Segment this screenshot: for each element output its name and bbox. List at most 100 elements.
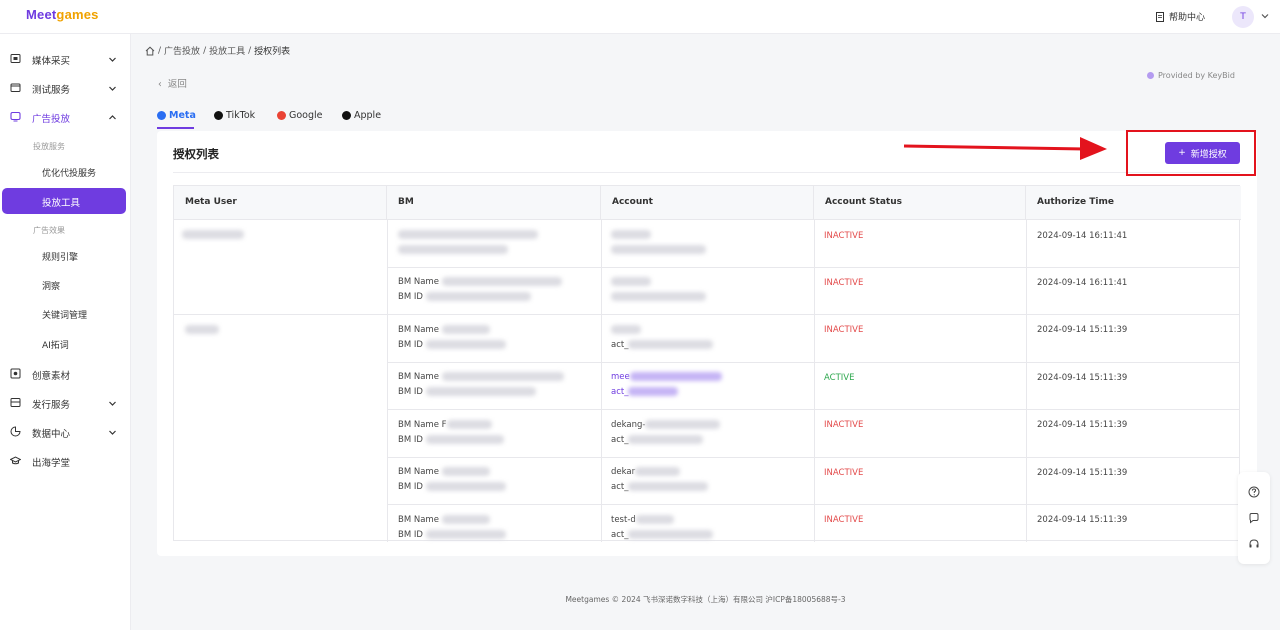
account-id-prefix: act_	[611, 530, 629, 540]
floating-toolbar	[1238, 472, 1270, 564]
chevron-down-icon	[109, 86, 116, 91]
account-name-prefix: mee	[611, 372, 630, 382]
apple-icon	[342, 110, 351, 120]
sidebar-item-ai-keywords[interactable]: AI拓词	[42, 338, 69, 351]
row-divider	[174, 314, 1239, 315]
ads-icon	[10, 111, 21, 122]
graduation-cap-icon	[10, 456, 21, 465]
tab-label: TikTok	[226, 109, 256, 121]
sidebar-item-ads[interactable]: 广告投放	[0, 106, 131, 128]
account-cell[interactable]: mee act_	[611, 370, 722, 400]
breadcrumb-current: 授权列表	[254, 47, 291, 57]
provided-by-label: Provided by KeyBid	[1158, 71, 1235, 80]
bm-id-label: BM ID	[398, 530, 423, 540]
column-divider	[387, 220, 388, 542]
creative-icon	[10, 368, 21, 379]
redacted-text	[185, 325, 219, 334]
back-link[interactable]: ‹ 返回	[158, 76, 187, 90]
redacted-text	[611, 230, 651, 239]
avatar[interactable]: T	[1232, 6, 1254, 28]
sidebar-item-label: 出海学堂	[32, 458, 71, 469]
sidebar-item-insight[interactable]: 洞察	[42, 279, 60, 292]
tab-apple[interactable]: Apple	[342, 106, 381, 124]
redacted-text	[398, 245, 508, 254]
data-icon	[10, 426, 21, 437]
sidebar-item-label: 测试服务	[32, 85, 71, 96]
sidebar: 媒体采买 测试服务 广告投放 投放服务 优化代投服务 投放工具 广告效果 规则引…	[0, 34, 131, 630]
tab-google[interactable]: Google	[277, 106, 323, 124]
test-icon	[10, 83, 21, 92]
sidebar-item-creative[interactable]: 创意素材	[0, 363, 131, 385]
row-divider	[387, 267, 1239, 268]
authorize-time: 2024-09-14 15:11:39	[1037, 420, 1128, 430]
table-header-account-status: Account Status	[814, 186, 1026, 220]
redacted-text	[611, 292, 706, 301]
sidebar-item-keywords[interactable]: 关键词管理	[42, 308, 87, 321]
table-header-bm: BM	[387, 186, 601, 220]
redacted-text	[635, 515, 674, 524]
breadcrumb-item[interactable]: 广告投放	[164, 44, 200, 57]
status-badge: INACTIVE	[824, 231, 864, 241]
account-cell: dekar act_	[611, 465, 709, 495]
redacted-text	[441, 372, 564, 381]
sidebar-item-school[interactable]: 出海学堂	[0, 450, 131, 472]
chat-icon[interactable]	[1248, 512, 1260, 524]
sidebar-item-label: 媒体采买	[32, 56, 71, 67]
bm-id-label: BM ID	[398, 292, 423, 302]
redacted-text	[425, 482, 506, 491]
bm-cell: BM Name F BM ID	[398, 418, 504, 448]
account-id-prefix: act_	[611, 340, 629, 350]
tab-tiktok[interactable]: TikTok	[214, 106, 255, 124]
redacted-text	[425, 292, 531, 301]
tab-meta[interactable]: Meta	[157, 106, 196, 124]
authorize-time: 2024-09-14 16:11:41	[1037, 231, 1128, 241]
redacted-text	[629, 372, 722, 381]
tab-active-indicator	[157, 127, 194, 129]
bm-id-label: BM ID	[398, 387, 423, 397]
breadcrumb-separator: /	[248, 45, 252, 56]
help-center-link[interactable]: 帮助中心	[1155, 10, 1205, 23]
headset-icon[interactable]	[1248, 538, 1260, 550]
divider	[173, 172, 1240, 173]
chevron-down-icon	[109, 57, 116, 62]
google-icon	[277, 110, 286, 120]
help-icon[interactable]	[1248, 486, 1260, 498]
sidebar-item-label: 投放工具	[42, 198, 81, 209]
redacted-text	[425, 340, 506, 349]
sidebar-item-optimize-service[interactable]: 优化代投服务	[42, 166, 96, 179]
sidebar-item-testing[interactable]: 测试服务	[0, 77, 131, 99]
sidebar-item-label: 创意素材	[32, 371, 71, 382]
tiktok-icon	[214, 110, 223, 120]
top-bar: Meetgames 帮助中心 T	[0, 0, 1280, 34]
chevron-down-icon	[109, 401, 116, 406]
sidebar-item-media-buying[interactable]: 媒体采买	[0, 48, 131, 70]
sidebar-item-data-center[interactable]: 数据中心	[0, 421, 131, 443]
account-id-prefix: act_	[611, 435, 629, 445]
row-divider	[387, 409, 1239, 410]
sidebar-item-rules-engine[interactable]: 规则引擎	[42, 250, 78, 263]
column-divider	[601, 220, 602, 542]
chevron-down-icon[interactable]	[1261, 12, 1269, 20]
sidebar-item-ad-tools[interactable]: 投放工具	[2, 188, 126, 214]
column-divider	[1026, 220, 1027, 542]
header-label: BM	[398, 197, 414, 207]
redacted-text	[611, 325, 641, 334]
media-icon	[10, 54, 21, 63]
redacted-text	[441, 515, 490, 524]
account-cell	[611, 228, 706, 258]
bm-name-label: BM Name F	[398, 420, 447, 430]
breadcrumb-item[interactable]: 投放工具	[209, 44, 245, 57]
redacted-text	[441, 467, 490, 476]
status-badge: INACTIVE	[824, 278, 864, 288]
redacted-text	[628, 435, 704, 444]
authorize-time: 2024-09-14 15:11:39	[1037, 373, 1128, 383]
sidebar-item-publish[interactable]: 发行服务	[0, 392, 131, 414]
add-authorization-button[interactable]: + 新增授权	[1165, 142, 1240, 164]
redacted-text	[425, 530, 506, 539]
home-icon[interactable]	[145, 46, 155, 56]
meta-icon	[157, 110, 166, 120]
header-label: Meta User	[185, 197, 237, 207]
app-logo[interactable]: Meetgames	[26, 7, 99, 22]
account-cell	[611, 275, 706, 305]
sidebar-item-label: 数据中心	[32, 429, 71, 440]
